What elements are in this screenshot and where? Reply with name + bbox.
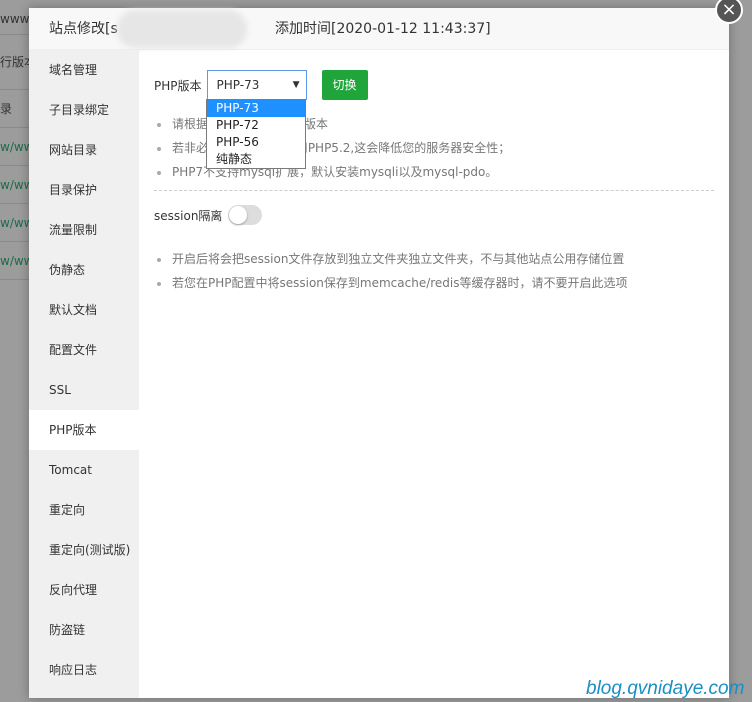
modal-title-suffix: 添加时间[2020-01-12 11:43:37] (275, 21, 491, 37)
sidebar-item-redirect-beta[interactable]: 重定向(测试版) (29, 530, 139, 570)
php-version-label: PHP版本 (154, 78, 202, 93)
option-php-56[interactable]: PHP-56 (207, 134, 305, 151)
sidebar-item-access-log[interactable]: 响应日志 (29, 650, 139, 690)
sidebar-item-site-dir[interactable]: 网站目录 (29, 130, 139, 170)
sidebar-item-config[interactable]: 配置文件 (29, 330, 139, 370)
sidebar-item-rewrite[interactable]: 伪静态 (29, 250, 139, 290)
sidebar-item-subdir[interactable]: 子目录绑定 (29, 90, 139, 130)
sidebar-item-hotlink[interactable]: 防盗链 (29, 610, 139, 650)
redacted-blur (117, 10, 247, 48)
site-edit-modal: 站点修改[s 添加时间[2020-01-12 11:43:37] × 域名管理 … (29, 0, 743, 698)
note: 若您在PHP配置中将session保存到memcache/redis等缓存器时，… (154, 271, 714, 295)
session-notes: 开启后将会把session文件存放到独立文件夹独立文件夹，不与其他站点公用存储位… (154, 247, 714, 295)
sidebar-item-default-doc[interactable]: 默认文档 (29, 290, 139, 330)
option-php-72[interactable]: PHP-72 (207, 117, 305, 134)
option-static[interactable]: 纯静态 (207, 151, 305, 168)
option-php-73[interactable]: PHP-73 (207, 100, 305, 117)
sidebar-item-dir-protect[interactable]: 目录保护 (29, 170, 139, 210)
modal-title-prefix: 站点修改[s (49, 21, 118, 37)
divider (154, 190, 714, 191)
sidebar-item-redirect[interactable]: 重定向 (29, 490, 139, 530)
modal-header: 站点修改[s 添加时间[2020-01-12 11:43:37] × (29, 0, 743, 50)
session-toggle[interactable] (228, 205, 263, 225)
watermark: blog.qvnidaye.com (586, 678, 745, 699)
sidebar-item-tomcat[interactable]: Tomcat (29, 450, 139, 490)
selected-value: PHP-73 (216, 78, 260, 92)
note: 开启后将会把session文件存放到独立文件夹独立文件夹，不与其他站点公用存储位… (154, 247, 714, 271)
php-version-dropdown: PHP-73 PHP-72 PHP-56 纯静态 (206, 99, 306, 169)
sidebar-item-reverse-proxy[interactable]: 反向代理 (29, 570, 139, 610)
caret-down-icon: ▼ (292, 80, 300, 90)
php-version-select[interactable]: PHP-73 ▼ (206, 70, 307, 100)
switch-button[interactable]: 切换 (321, 70, 368, 100)
session-label: session隔离 (154, 208, 223, 223)
close-icon[interactable]: × (715, 0, 743, 24)
sidebar: 域名管理 子目录绑定 网站目录 目录保护 流量限制 伪静态 默认文档 配置文件 … (29, 50, 139, 698)
sidebar-item-domain[interactable]: 域名管理 (29, 50, 139, 90)
sidebar-item-traffic[interactable]: 流量限制 (29, 210, 139, 250)
sidebar-item-ssl[interactable]: SSL (29, 370, 139, 410)
php-version-panel: PHP版本 PHP-73 ▼ 切换 PHP-73 PHP-72 PHP-56 纯… (139, 50, 729, 698)
sidebar-item-php-version[interactable]: PHP版本 (29, 410, 139, 450)
